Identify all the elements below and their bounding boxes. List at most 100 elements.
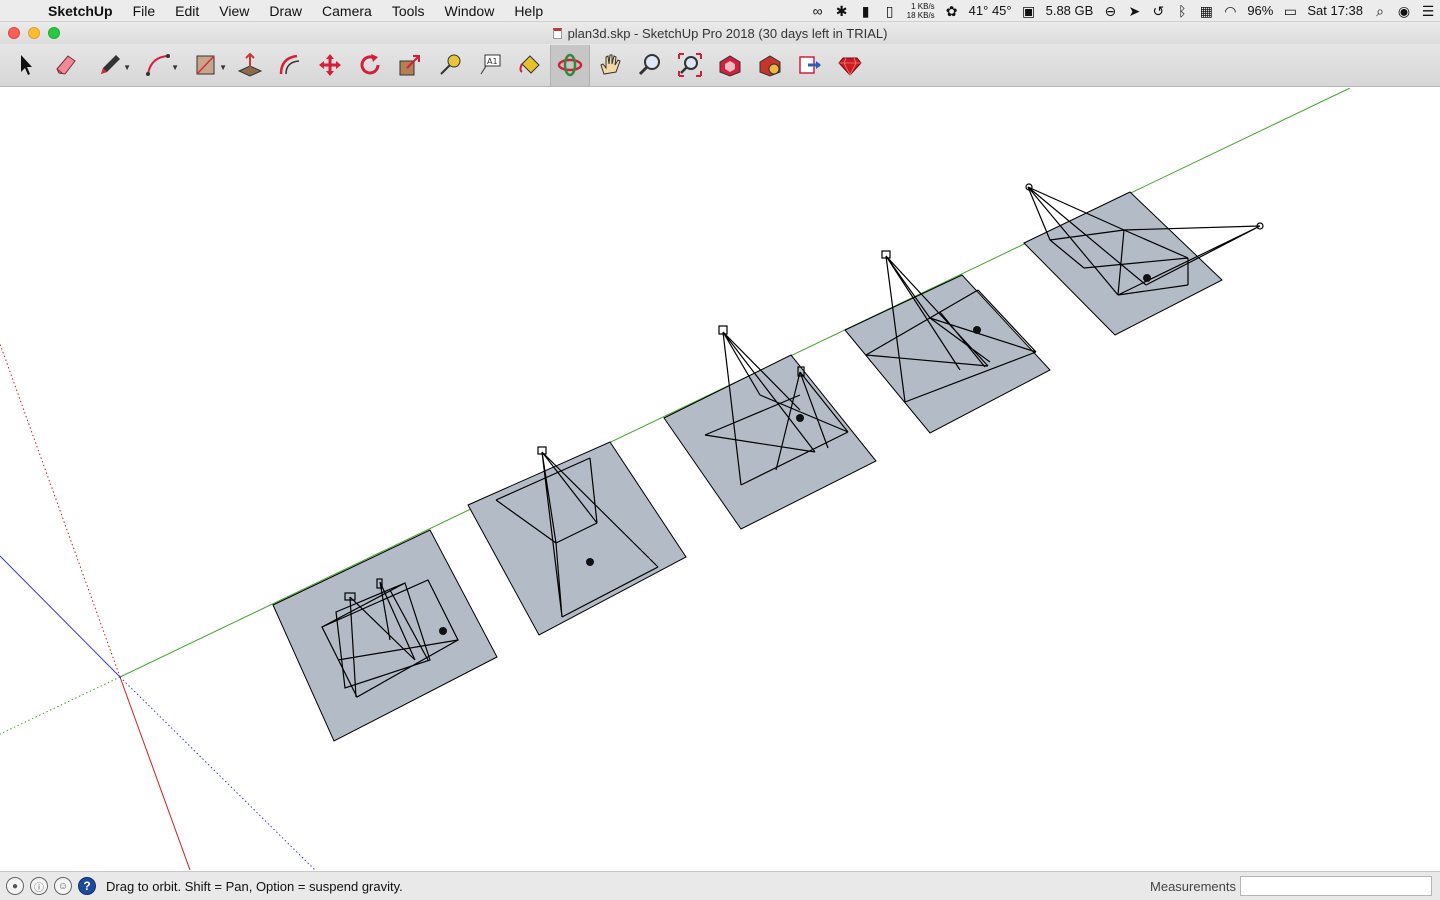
network-down: 18 KB/s (906, 11, 935, 20)
blue-axis-solid (0, 555, 121, 678)
send-to-layout-icon (799, 56, 821, 74)
zoom-extents-tool-button[interactable] (670, 45, 710, 86)
arc-icon (146, 54, 170, 76)
scene-group-2[interactable] (467, 441, 687, 636)
text-label-icon: A1 (480, 54, 501, 75)
figure-marker-2 (586, 558, 594, 566)
minimize-window-button[interactable] (28, 27, 40, 39)
rectangle-dropdown-caret-icon[interactable]: ▼ (219, 63, 227, 72)
fan-icon[interactable]: ✱ (830, 0, 854, 22)
notification-center-icon[interactable]: ☰ (1416, 0, 1440, 22)
scene-group-5[interactable] (1023, 183, 1264, 336)
menu-tools[interactable]: Tools (382, 0, 435, 22)
scene-group-4[interactable] (844, 250, 1051, 434)
document-icon (552, 27, 562, 39)
extension-warehouse-tool-button[interactable] (750, 45, 790, 86)
ground-plane-4[interactable] (844, 274, 1051, 434)
orbit-tool-button[interactable] (550, 44, 590, 86)
ruby-console-tool-button[interactable] (830, 45, 870, 86)
battery-icon[interactable]: ▭ (1278, 0, 1302, 22)
wifi-icon[interactable]: ◠ (1218, 0, 1242, 22)
menu-bar: SketchUp File Edit View Draw Camera Tool… (0, 0, 1440, 22)
menu-view[interactable]: View (209, 0, 259, 22)
ground-plane-2[interactable] (467, 441, 687, 636)
push-pull-icon (237, 52, 263, 77)
cpu-monitor-icon[interactable]: ▮ (854, 0, 878, 22)
menu-camera[interactable]: Camera (312, 0, 382, 22)
zoom-tool-button[interactable] (630, 45, 670, 86)
clock[interactable]: Sat 17:38 (1302, 0, 1368, 22)
send-to-layout-tool-button[interactable] (790, 45, 830, 86)
paint-bucket-tool-button[interactable] (510, 45, 550, 86)
time-machine-icon[interactable]: ↺ (1146, 0, 1170, 22)
zoom-window-button[interactable] (48, 27, 60, 39)
magnifier-icon (638, 54, 660, 76)
network-speed[interactable]: 1 KB/s 18 KB/s (902, 0, 940, 22)
window-title: plan3d.skp - SketchUp Pro 2018 (30 days … (567, 25, 888, 41)
menu-edit[interactable]: Edit (165, 0, 209, 22)
bluetooth-icon[interactable]: ᛒ (1170, 0, 1194, 22)
figure-marker-3 (796, 414, 804, 422)
siri-icon[interactable]: ◉ (1392, 0, 1416, 22)
red-axis-dotted (0, 343, 121, 678)
tape-measure-icon (440, 54, 461, 75)
axes (0, 88, 1351, 870)
warehouse-tool-button[interactable] (710, 45, 750, 86)
ruby-gem-icon (838, 57, 862, 76)
keyboard-icon[interactable]: ▦ (1194, 0, 1218, 22)
scale-icon (399, 55, 420, 76)
help-icon[interactable]: ? (78, 877, 96, 895)
model-canvas (0, 88, 1351, 870)
spotlight-search-icon[interactable]: ⌕ (1368, 0, 1392, 22)
arrow-cursor-icon (21, 55, 32, 75)
menu-app-sketchup[interactable]: SketchUp (44, 0, 123, 22)
scale-tool-button[interactable] (390, 45, 430, 86)
temperature-readout[interactable]: 41° 45° (964, 0, 1017, 22)
disk-icon: ▣ (1021, 3, 1036, 19)
pencil-tool-button[interactable]: ▼ (86, 45, 134, 86)
offset-tool-button[interactable] (270, 45, 310, 86)
rectangle-tool-button[interactable]: ▼ (182, 45, 230, 86)
scene-group-1[interactable] (272, 529, 498, 742)
pan-tool-button[interactable] (590, 45, 630, 86)
rectangle-icon (196, 55, 215, 75)
user-account-icon[interactable]: ☺ (54, 877, 72, 895)
do-not-disturb-icon[interactable]: ⊖ (1098, 0, 1122, 22)
3d-viewport[interactable] (0, 88, 1440, 870)
geolocation-icon[interactable]: ● (6, 877, 24, 895)
scene-group-3[interactable] (663, 325, 877, 530)
arc-dropdown-caret-icon[interactable]: ▼ (171, 63, 179, 72)
eraser-icon (56, 55, 76, 75)
battery-percent[interactable]: 96% (1242, 0, 1278, 22)
memory-monitor-icon[interactable]: ▯ (878, 0, 902, 22)
pencil-icon (101, 55, 120, 74)
menu-window[interactable]: Window (435, 0, 505, 22)
ground-plane-5[interactable] (1023, 191, 1223, 336)
text-tool-button[interactable]: A1 (470, 45, 510, 86)
orbit-icon (557, 53, 583, 77)
window-title-bar: plan3d.skp - SketchUp Pro 2018 (30 days … (0, 22, 1440, 44)
green-axis-dotted (0, 676, 121, 735)
credits-icon[interactable]: ⓘ (30, 877, 48, 895)
measurements-input[interactable] (1240, 876, 1432, 896)
ground-plane-3[interactable] (663, 354, 877, 530)
rotate-tool-button[interactable] (350, 45, 390, 86)
location-arrow-icon[interactable]: ➤ (1122, 0, 1146, 22)
arc-tool-button[interactable]: ▼ (134, 45, 182, 86)
move-tool-button[interactable] (310, 45, 350, 86)
ground-plane-1[interactable] (272, 529, 498, 742)
tape-measure-tool-button[interactable] (430, 45, 470, 86)
memory-readout[interactable]: 5.88 GB (1041, 0, 1099, 22)
creative-cloud-icon[interactable]: ∞ (806, 0, 830, 22)
pencil-dropdown-caret-icon[interactable]: ▼ (123, 63, 131, 72)
menu-draw[interactable]: Draw (259, 0, 312, 22)
figure-marker-5 (1143, 274, 1151, 282)
menu-help[interactable]: Help (504, 0, 553, 22)
temperature-icon: ✿ (945, 3, 958, 19)
eraser-tool-button[interactable] (46, 45, 86, 86)
push-pull-tool-button[interactable] (230, 45, 270, 86)
select-tool-button[interactable] (6, 45, 46, 86)
rotate-icon (360, 54, 380, 75)
close-window-button[interactable] (8, 27, 20, 39)
menu-file[interactable]: File (123, 0, 166, 22)
